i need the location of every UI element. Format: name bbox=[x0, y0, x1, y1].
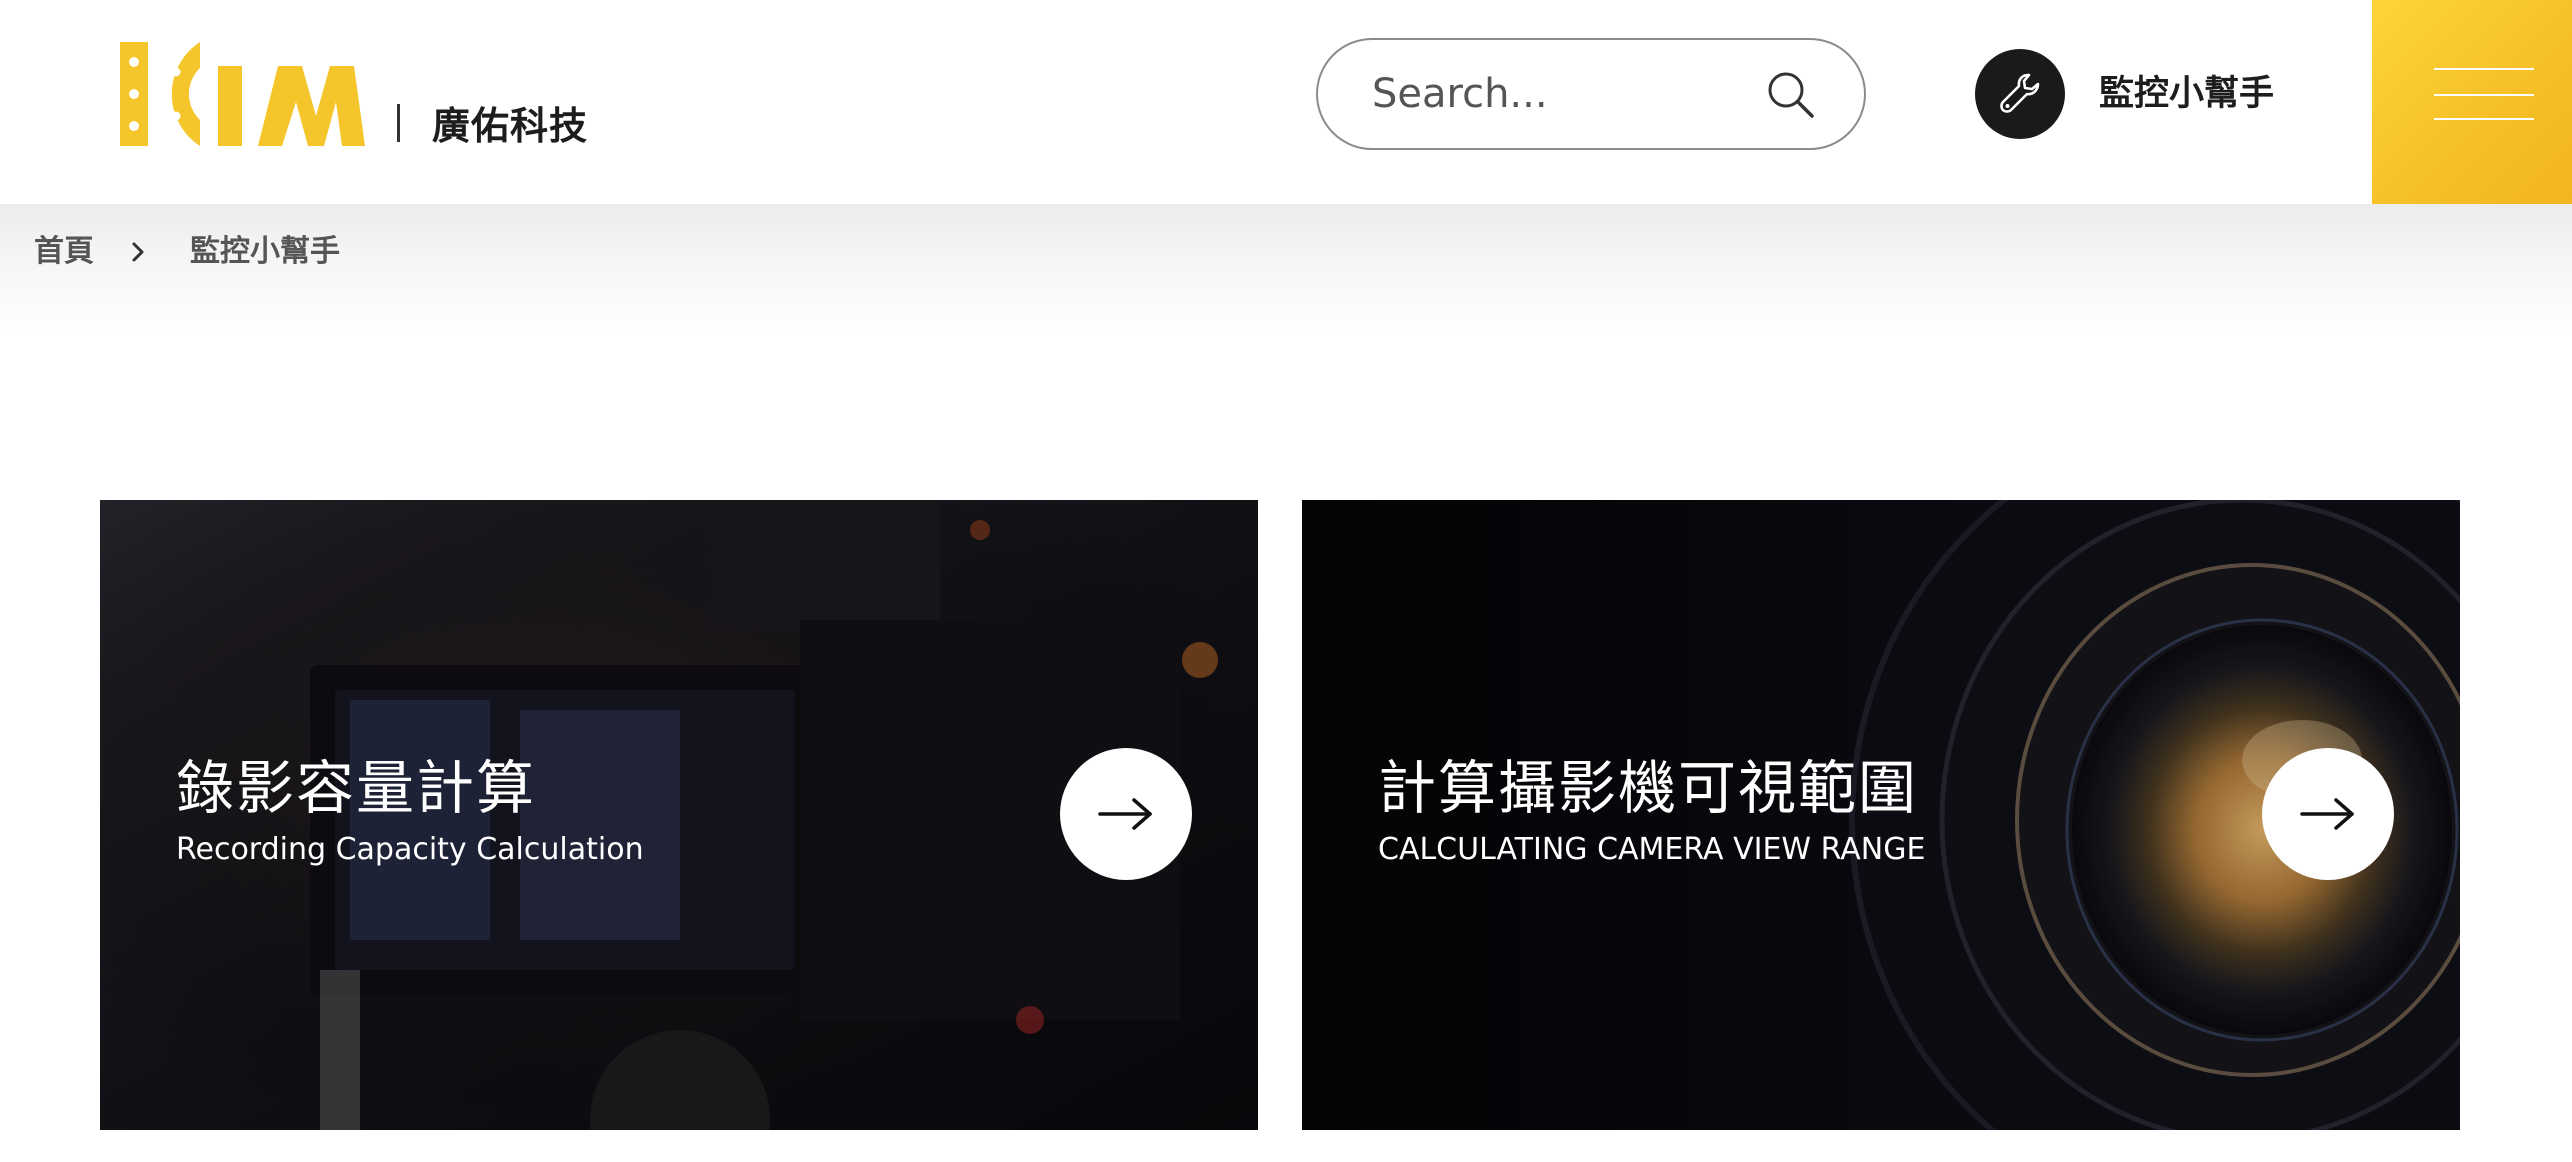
helper-icon-circle bbox=[1975, 49, 2065, 139]
chevron-right-icon bbox=[132, 242, 144, 262]
card-recording-capacity[interactable]: 錄影容量計算 Recording Capacity Calculation bbox=[100, 500, 1258, 1130]
hamburger-menu-button[interactable] bbox=[2372, 0, 2572, 204]
site-header: 廣佑科技 監控小幫手 bbox=[0, 0, 2572, 204]
card-subtitle: CALCULATING CAMERA VIEW RANGE bbox=[1378, 832, 1926, 867]
search-box[interactable] bbox=[1316, 38, 1866, 150]
search-input[interactable] bbox=[1372, 64, 1752, 124]
hamburger-menu-icon bbox=[2434, 68, 2534, 70]
card-subtitle: Recording Capacity Calculation bbox=[176, 832, 644, 867]
card-arrow-button[interactable] bbox=[1060, 748, 1192, 880]
arrow-right-icon bbox=[2300, 798, 2354, 830]
breadcrumb-home-link[interactable]: 首頁 bbox=[34, 232, 94, 272]
card-arrow-button[interactable] bbox=[2262, 748, 2394, 880]
helper-label: 監控小幫手 bbox=[2099, 74, 2275, 114]
search-icon[interactable] bbox=[1764, 68, 1818, 122]
breadcrumb-band: 首頁 監控小幫手 bbox=[0, 204, 2572, 334]
kim-logo[interactable] bbox=[120, 42, 365, 146]
card-camera-view-range[interactable]: 計算攝影機可視範圍 CALCULATING CAMERA VIEW RANGE bbox=[1302, 500, 2460, 1130]
monitoring-helper-link[interactable]: 監控小幫手 bbox=[1975, 48, 2274, 140]
card-title: 計算攝影機可視範圍 bbox=[1378, 754, 1919, 822]
card-title: 錄影容量計算 bbox=[176, 754, 537, 822]
wrench-icon bbox=[2000, 73, 2040, 113]
menu-line bbox=[2434, 94, 2534, 96]
arrow-right-icon bbox=[1098, 798, 1152, 830]
breadcrumb-current: 監控小幫手 bbox=[190, 234, 340, 269]
company-name: 廣佑科技 bbox=[432, 104, 589, 148]
breadcrumb: 首頁 監控小幫手 bbox=[34, 232, 340, 272]
logo-divider bbox=[397, 104, 400, 142]
logo-mark bbox=[120, 42, 365, 146]
menu-line bbox=[2434, 118, 2534, 120]
